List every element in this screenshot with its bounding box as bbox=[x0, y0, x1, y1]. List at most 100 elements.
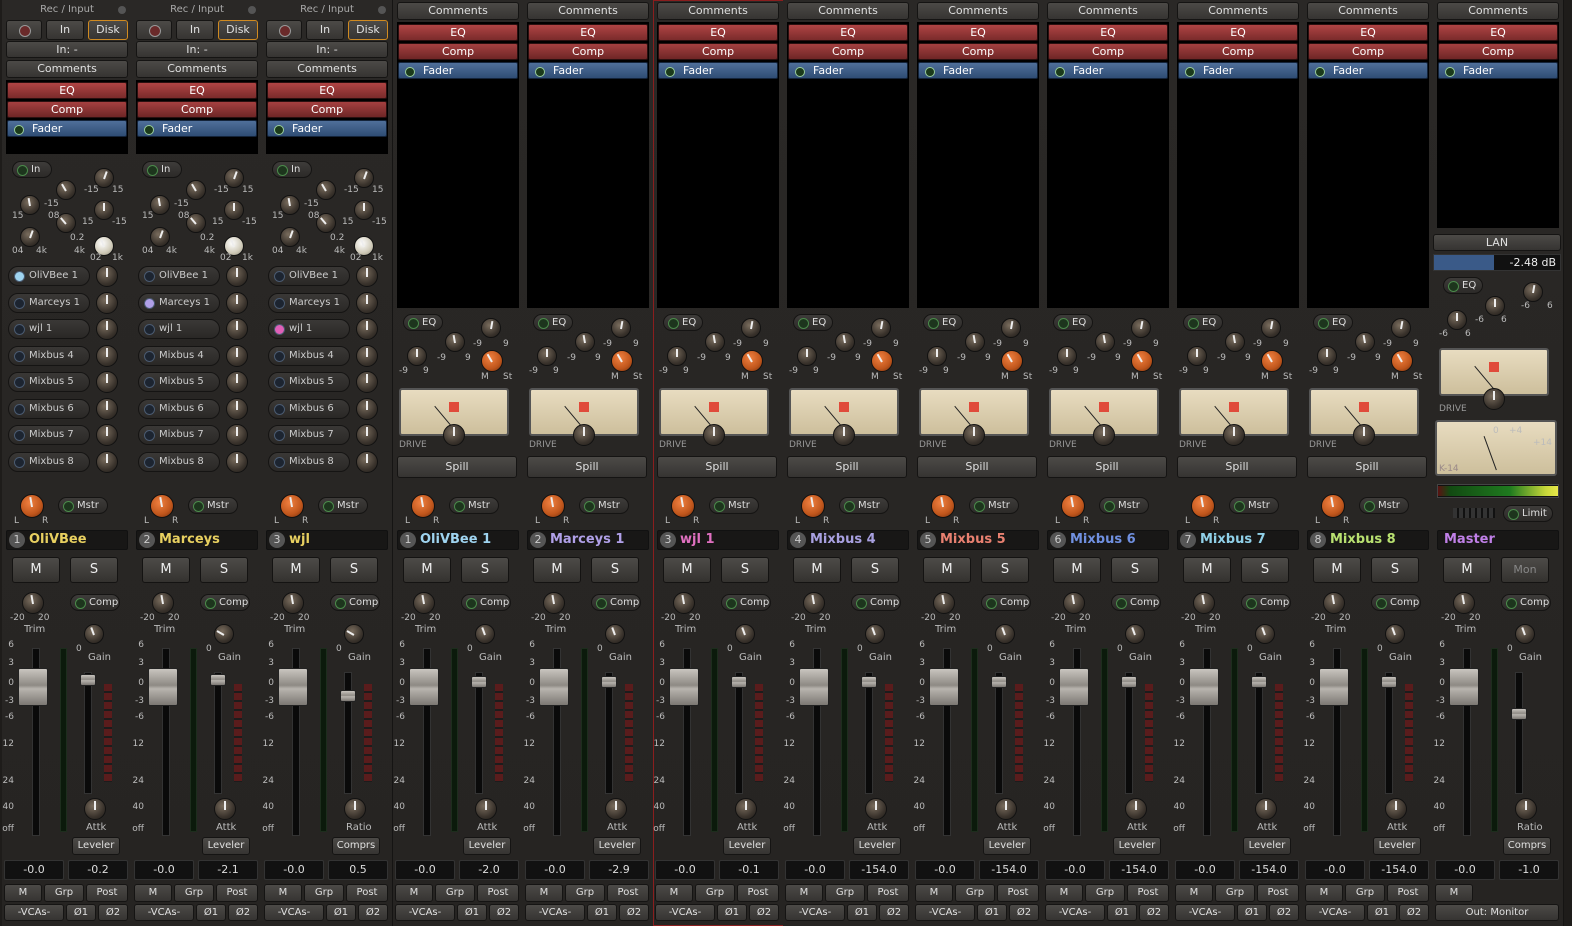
send-6[interactable]: Mixbus 6 bbox=[138, 398, 220, 419]
trim-knob[interactable] bbox=[413, 592, 435, 614]
monitor-in-button[interactable]: In bbox=[46, 20, 84, 40]
bus-eq-low-knob[interactable] bbox=[1317, 346, 1337, 366]
comp-attack-knob[interactable] bbox=[605, 798, 627, 820]
track-name-button[interactable]: 6 Mixbus 6 bbox=[1047, 530, 1169, 550]
bus-eq-high-knob[interactable] bbox=[1001, 318, 1021, 338]
plugin-comp[interactable]: Comp bbox=[528, 43, 648, 60]
phase-invert-2-button[interactable]: Ø2 bbox=[1269, 904, 1299, 921]
eq-toggle[interactable]: EQ bbox=[793, 314, 833, 331]
fader-handle[interactable] bbox=[539, 668, 569, 706]
mute-button[interactable]: M bbox=[923, 557, 971, 583]
comp-fader-handle[interactable] bbox=[80, 674, 96, 686]
comp-mode-button[interactable]: Leveler bbox=[1373, 837, 1421, 855]
comp-attack-knob[interactable] bbox=[1515, 798, 1537, 820]
meter-point-m-button[interactable]: M bbox=[655, 884, 693, 902]
mute-button[interactable]: M bbox=[142, 557, 190, 583]
master-send-toggle[interactable]: Mstr bbox=[188, 497, 238, 514]
drive-knob[interactable] bbox=[1093, 424, 1115, 446]
send-2[interactable]: Marceys 1 bbox=[138, 292, 220, 313]
track-name-button[interactable]: 3 wjl bbox=[266, 530, 388, 550]
eq-toggle[interactable]: EQ bbox=[663, 314, 703, 331]
plugin-fader[interactable]: Fader bbox=[267, 120, 387, 137]
bus-width-knob[interactable] bbox=[1001, 350, 1023, 372]
phase-invert-2-button[interactable]: Ø2 bbox=[749, 904, 779, 921]
pan-knob[interactable] bbox=[280, 494, 304, 518]
fader-gain-display[interactable]: -0.0 bbox=[1435, 860, 1495, 880]
send-4[interactable]: Mixbus 4 bbox=[138, 345, 220, 366]
send-1[interactable]: OliVBee 1 bbox=[138, 266, 220, 286]
comp-gain-knob[interactable] bbox=[865, 624, 885, 644]
eq-low-freq-knob[interactable] bbox=[150, 227, 170, 247]
send-level-knob[interactable] bbox=[96, 371, 118, 393]
bus-eq-high-knob[interactable] bbox=[1391, 318, 1411, 338]
plugin-eq[interactable]: EQ bbox=[7, 82, 127, 99]
comments-button[interactable]: Comments bbox=[266, 60, 388, 78]
plugin-eq[interactable]: EQ bbox=[267, 82, 387, 99]
comp-gain-knob[interactable] bbox=[1515, 624, 1535, 644]
vca-button[interactable]: -VCAs- bbox=[785, 904, 845, 921]
spill-button[interactable]: Spill bbox=[787, 456, 907, 478]
bus-eq-high-knob[interactable] bbox=[871, 318, 891, 338]
drive-knob[interactable] bbox=[833, 424, 855, 446]
send-6[interactable]: Mixbus 6 bbox=[8, 398, 90, 419]
comp-gain-knob[interactable] bbox=[1255, 624, 1275, 644]
fader-gain-display[interactable]: -0.0 bbox=[4, 860, 64, 880]
comp-attack-knob[interactable] bbox=[1125, 798, 1147, 820]
pan-knob[interactable] bbox=[1061, 494, 1085, 518]
phase-invert-2-button[interactable]: Ø2 bbox=[358, 904, 388, 921]
comp-toggle[interactable]: Comp bbox=[1111, 594, 1161, 611]
bus-width-knob[interactable] bbox=[1131, 350, 1153, 372]
fader-gain-display[interactable]: -0.0 bbox=[525, 860, 585, 880]
plugin-fader[interactable]: Fader bbox=[137, 120, 257, 137]
group-button[interactable]: Grp bbox=[44, 884, 84, 902]
fader-gain-display[interactable]: -0.0 bbox=[134, 860, 194, 880]
plugin-eq[interactable]: EQ bbox=[1178, 24, 1298, 41]
phase-invert-1-button[interactable]: Ø1 bbox=[977, 904, 1007, 921]
meter-point-m-button[interactable]: M bbox=[1435, 884, 1473, 902]
post-button[interactable]: Post bbox=[1127, 884, 1169, 902]
meter-point-m-button[interactable]: M bbox=[915, 884, 953, 902]
send-level-knob[interactable] bbox=[226, 397, 248, 420]
comp-toggle[interactable]: Comp bbox=[1501, 594, 1551, 611]
eq-low-gain-knob[interactable] bbox=[354, 200, 374, 220]
eq-high-gain-knob[interactable] bbox=[186, 180, 206, 200]
solo-button[interactable]: S bbox=[721, 557, 769, 583]
comments-button[interactable]: Comments bbox=[527, 2, 649, 20]
plugin-eq[interactable]: EQ bbox=[137, 82, 257, 99]
send-level-knob[interactable] bbox=[96, 424, 118, 446]
send-1[interactable]: OliVBee 1 bbox=[268, 266, 350, 286]
post-button[interactable]: Post bbox=[737, 884, 779, 902]
bus-width-knob[interactable] bbox=[1391, 350, 1413, 372]
mute-button[interactable]: M bbox=[663, 557, 711, 583]
comp-toggle[interactable]: Comp bbox=[70, 594, 120, 611]
comp-attack-knob[interactable] bbox=[214, 798, 236, 820]
plugin-eq[interactable]: EQ bbox=[1308, 24, 1428, 41]
comments-button[interactable]: Comments bbox=[1047, 2, 1169, 20]
comments-button[interactable]: Comments bbox=[787, 2, 909, 20]
fader-gain-display[interactable]: -0.0 bbox=[395, 860, 455, 880]
post-button[interactable]: Post bbox=[997, 884, 1039, 902]
plugin-fader[interactable]: Fader bbox=[1308, 62, 1428, 79]
plugin-fader[interactable]: Fader bbox=[1178, 62, 1298, 79]
vca-button[interactable]: -VCAs- bbox=[915, 904, 975, 921]
group-button[interactable]: Grp bbox=[174, 884, 214, 902]
comp-gain-knob[interactable] bbox=[1125, 624, 1145, 644]
mute-button[interactable]: M bbox=[793, 557, 841, 583]
vca-button[interactable]: -VCAs- bbox=[134, 904, 194, 921]
bus-eq-low-knob[interactable] bbox=[797, 346, 817, 366]
post-button[interactable]: Post bbox=[86, 884, 128, 902]
send-level-knob[interactable] bbox=[226, 265, 248, 287]
trim-knob[interactable] bbox=[282, 592, 304, 614]
comp-toggle[interactable]: Comp bbox=[461, 594, 511, 611]
meter-point-m-button[interactable]: M bbox=[4, 884, 42, 902]
fader-handle[interactable] bbox=[409, 668, 439, 706]
master-send-toggle[interactable]: Mstr bbox=[709, 497, 759, 514]
monitor-in-button[interactable]: In bbox=[306, 20, 344, 40]
comp-mode-button[interactable]: Leveler bbox=[1243, 837, 1291, 855]
comp-fader-handle[interactable] bbox=[731, 676, 747, 688]
vca-button[interactable]: -VCAs- bbox=[525, 904, 585, 921]
fader-handle[interactable] bbox=[18, 668, 48, 706]
comp-gain-knob[interactable] bbox=[735, 624, 755, 644]
trim-knob[interactable] bbox=[1323, 592, 1345, 614]
vca-button[interactable]: -VCAs- bbox=[395, 904, 455, 921]
